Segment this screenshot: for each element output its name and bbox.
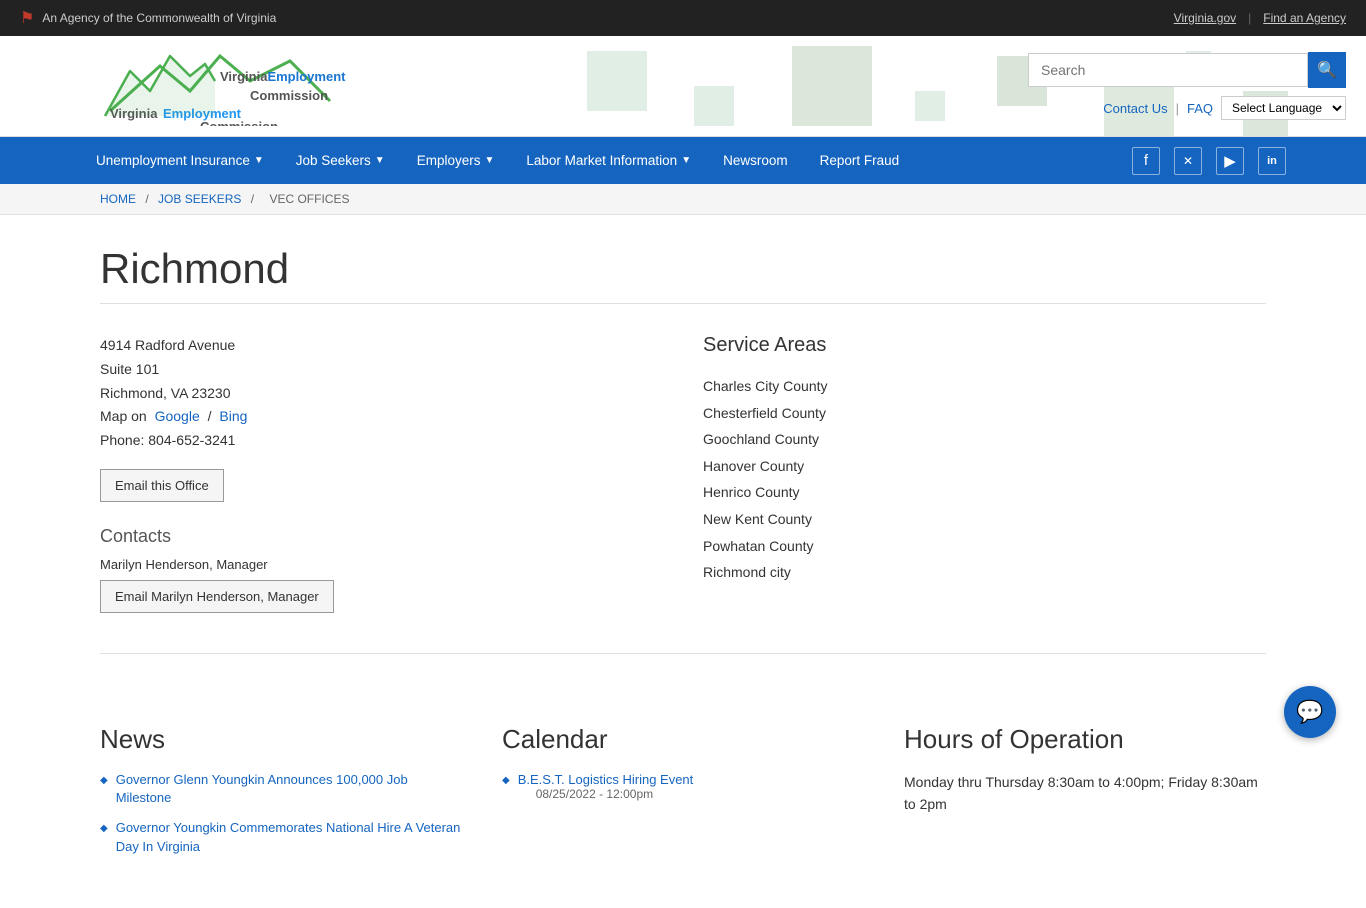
- twitter-icon[interactable]: ✕: [1174, 147, 1202, 175]
- search-area: 🔍 Contact Us | FAQ Select Language Españ…: [1028, 52, 1346, 120]
- find-agency-link[interactable]: Find an Agency: [1263, 11, 1346, 25]
- faq-link[interactable]: FAQ: [1187, 101, 1213, 116]
- google-maps-link[interactable]: Google: [155, 408, 200, 424]
- address-line1: 4914 Radford Avenue: [100, 334, 663, 358]
- logo-icon: [100, 46, 220, 126]
- agency-icon: ⚑: [20, 8, 34, 28]
- list-item: Powhatan County: [703, 533, 1266, 560]
- email-contact-button[interactable]: Email Marilyn Henderson, Manager: [100, 580, 334, 613]
- news-item: ◆ Governor Glenn Youngkin Announces 100,…: [100, 771, 462, 807]
- list-item: Hanover County: [703, 453, 1266, 480]
- hours-section: Hours of Operation Monday thru Thursday …: [904, 724, 1266, 868]
- list-item: Goochland County: [703, 426, 1266, 453]
- office-phone: Phone: 804-652-3241: [100, 429, 663, 453]
- office-layout: 4914 Radford Avenue Suite 101 Richmond, …: [100, 334, 1266, 613]
- address-line2: Suite 101: [100, 358, 663, 382]
- chat-bubble[interactable]: 💬: [1284, 686, 1336, 738]
- breadcrumb: HOME / JOB SEEKERS / VEC OFFICES: [0, 184, 1366, 215]
- calendar-event-link[interactable]: B.E.S.T. Logistics Hiring Event: [518, 772, 694, 787]
- contact-name: Marilyn Henderson, Manager: [100, 557, 663, 572]
- contacts-heading: Contacts: [100, 526, 663, 547]
- main-nav: Unemployment Insurance ▼ Job Seekers ▼ E…: [0, 137, 1366, 184]
- dropdown-arrow: ▼: [484, 155, 494, 166]
- dropdown-arrow: ▼: [254, 155, 264, 166]
- hours-text: Monday thru Thursday 8:30am to 4:00pm; F…: [904, 771, 1266, 816]
- top-bar-links: Virginia.gov | Find an Agency: [1174, 11, 1346, 25]
- utility-links: Contact Us | FAQ Select Language Español: [1103, 96, 1346, 120]
- nav-job-seekers[interactable]: Job Seekers ▼: [280, 137, 401, 184]
- breadcrumb-home[interactable]: HOME: [100, 192, 136, 206]
- search-input[interactable]: [1028, 53, 1308, 87]
- dropdown-arrow: ▼: [681, 155, 691, 166]
- top-bar: ⚑ An Agency of the Commonwealth of Virgi…: [0, 0, 1366, 36]
- main-content: Richmond 4914 Radford Avenue Suite 101 R…: [0, 215, 1366, 724]
- nav-report-fraud[interactable]: Report Fraud: [804, 137, 916, 184]
- breadcrumb-vec-offices: VEC OFFICES: [269, 192, 349, 206]
- service-areas: Service Areas Charles City County Cheste…: [703, 334, 1266, 613]
- office-address: 4914 Radford Avenue Suite 101 Richmond, …: [100, 334, 663, 453]
- list-item: Henrico County: [703, 479, 1266, 506]
- language-select[interactable]: Select Language Español: [1221, 96, 1346, 120]
- news-link-1[interactable]: Governor Youngkin Commemorates National …: [116, 819, 462, 855]
- bullet-icon: ◆: [100, 823, 108, 834]
- virginia-gov-link[interactable]: Virginia.gov: [1174, 11, 1236, 25]
- bottom-sections: News ◆ Governor Glenn Youngkin Announces…: [0, 724, 1366, 908]
- service-areas-title: Service Areas: [703, 334, 1266, 357]
- news-title: News: [100, 724, 462, 755]
- nav-newsroom[interactable]: Newsroom: [707, 137, 804, 184]
- list-item: Charles City County: [703, 373, 1266, 400]
- list-item: New Kent County: [703, 506, 1266, 533]
- nav-employers[interactable]: Employers ▼: [401, 137, 511, 184]
- dropdown-arrow: ▼: [375, 155, 385, 166]
- calendar-section: Calendar ◆ B.E.S.T. Logistics Hiring Eve…: [502, 724, 864, 868]
- news-link-0[interactable]: Governor Glenn Youngkin Announces 100,00…: [116, 771, 462, 807]
- service-areas-list: Charles City County Chesterfield County …: [703, 373, 1266, 586]
- linkedin-icon[interactable]: in: [1258, 147, 1286, 175]
- bing-maps-link[interactable]: Bing: [219, 408, 247, 424]
- nav-labor-market[interactable]: Labor Market Information ▼: [510, 137, 707, 184]
- breadcrumb-job-seekers[interactable]: JOB SEEKERS: [158, 192, 241, 206]
- news-section: News ◆ Governor Glenn Youngkin Announces…: [100, 724, 462, 868]
- bullet-icon: ◆: [100, 775, 108, 786]
- search-row: 🔍: [1028, 52, 1346, 88]
- map-links: Map on Google / Bing: [100, 405, 663, 429]
- list-item: Richmond city: [703, 559, 1266, 586]
- social-icons: f ✕ ▶ in: [1132, 147, 1286, 175]
- agency-label: ⚑ An Agency of the Commonwealth of Virgi…: [20, 8, 276, 28]
- hours-title: Hours of Operation: [904, 724, 1266, 755]
- calendar-event: ◆ B.E.S.T. Logistics Hiring Event 08/25/…: [502, 771, 864, 801]
- address-line3: Richmond, VA 23230: [100, 382, 663, 406]
- list-item: Chesterfield County: [703, 400, 1266, 427]
- contact-us-link[interactable]: Contact Us: [1103, 101, 1167, 116]
- youtube-icon[interactable]: ▶: [1216, 147, 1244, 175]
- office-info: 4914 Radford Avenue Suite 101 Richmond, …: [100, 334, 663, 613]
- bullet-icon: ◆: [502, 775, 510, 786]
- search-button[interactable]: 🔍: [1308, 52, 1346, 88]
- agency-text: An Agency of the Commonwealth of Virgini…: [42, 11, 276, 25]
- nav-unemployment-insurance[interactable]: Unemployment Insurance ▼: [80, 137, 280, 184]
- page-title: Richmond: [100, 245, 1266, 304]
- news-item: ◆ Governor Youngkin Commemorates Nationa…: [100, 819, 462, 855]
- section-divider: [100, 653, 1266, 654]
- facebook-icon[interactable]: f: [1132, 147, 1160, 175]
- calendar-title: Calendar: [502, 724, 864, 755]
- email-office-button[interactable]: Email this Office: [100, 469, 224, 502]
- calendar-event-date: 08/25/2022 - 12:00pm: [536, 787, 694, 801]
- header: Virginia Employment Commission VEC Virgi…: [0, 36, 1366, 137]
